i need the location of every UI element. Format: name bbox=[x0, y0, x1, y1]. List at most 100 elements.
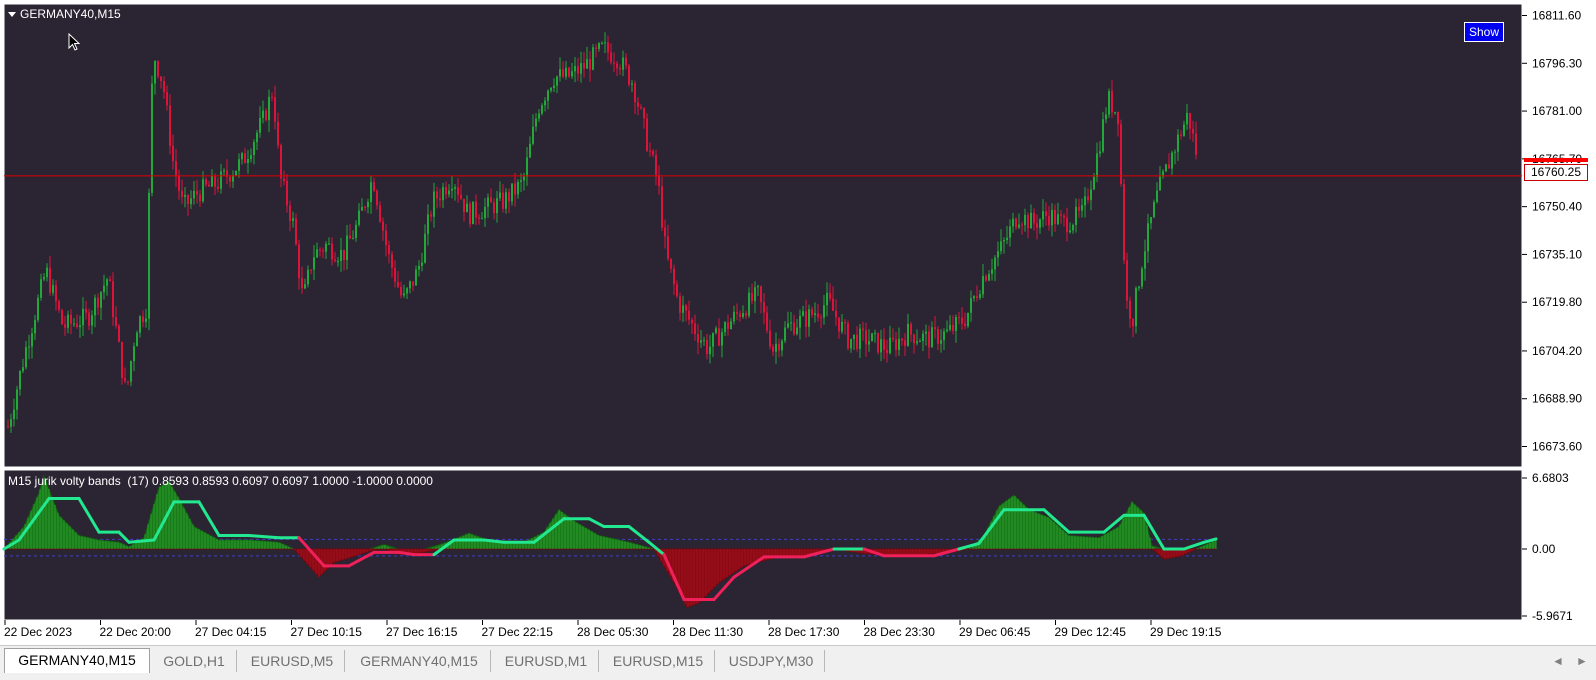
dropdown-triangle-icon[interactable] bbox=[8, 11, 16, 17]
candle-body bbox=[118, 325, 120, 342]
candle-body bbox=[880, 339, 882, 353]
candle-body bbox=[394, 268, 396, 282]
candle-body bbox=[277, 121, 279, 146]
candle-body bbox=[109, 279, 111, 282]
candle-body bbox=[544, 100, 546, 106]
candle-body bbox=[151, 83, 153, 193]
candle-body bbox=[760, 286, 762, 303]
candle-body bbox=[319, 249, 321, 251]
scroll-right-icon[interactable]: ► bbox=[1576, 654, 1588, 668]
indicator-tick-label: -5.9671 bbox=[1532, 609, 1573, 623]
candle-body bbox=[1018, 224, 1020, 228]
candle-body bbox=[1159, 176, 1161, 191]
candle-body bbox=[487, 197, 489, 207]
candle-body bbox=[1087, 196, 1089, 201]
time-tick-label: 22 Dec 20:00 bbox=[100, 625, 172, 639]
candle-body bbox=[604, 42, 606, 44]
candle-body bbox=[289, 205, 291, 221]
candle-body bbox=[412, 281, 414, 286]
candle-body bbox=[34, 320, 36, 334]
candle-body bbox=[448, 190, 450, 195]
candle-body bbox=[28, 346, 30, 348]
candle-body bbox=[91, 315, 93, 326]
candle-body bbox=[1177, 134, 1179, 152]
tab-eurusd-m1[interactable]: EURUSD,M1 bbox=[494, 650, 599, 672]
candle-body bbox=[262, 110, 264, 119]
candle-body bbox=[343, 249, 345, 260]
candle-body bbox=[397, 281, 399, 287]
price-tick-label: 16811.60 bbox=[1532, 8, 1581, 22]
candle-body bbox=[715, 328, 717, 333]
symbol-text: GERMANY40,M15 bbox=[20, 7, 121, 21]
candle-body bbox=[1075, 206, 1077, 225]
chart-area[interactable]: 16811.6016796.3016781.0016765.7016750.40… bbox=[0, 0, 1596, 645]
candle-body bbox=[835, 310, 837, 318]
price-chart[interactable]: 16811.6016796.3016781.0016765.7016750.40… bbox=[0, 0, 1596, 645]
candle-body bbox=[889, 337, 891, 354]
candle-body bbox=[1141, 268, 1143, 287]
candle-body bbox=[463, 198, 465, 213]
candle-body bbox=[100, 292, 102, 308]
candle-body bbox=[10, 419, 12, 427]
show-button[interactable]: Show bbox=[1464, 22, 1504, 42]
tab-usdjpy-m30[interactable]: USDJPY,M30 bbox=[718, 650, 825, 672]
candle-body bbox=[325, 243, 327, 252]
candle-body bbox=[22, 367, 24, 372]
candle-body bbox=[316, 249, 318, 258]
candle-body bbox=[793, 322, 795, 335]
time-tick-label: 29 Dec 06:45 bbox=[959, 625, 1031, 639]
candle-body bbox=[400, 286, 402, 296]
candle-body bbox=[961, 317, 963, 324]
candle-body bbox=[148, 192, 150, 319]
candle-body bbox=[541, 105, 543, 114]
candle-body bbox=[967, 312, 969, 327]
candle-body bbox=[1024, 214, 1026, 226]
tab-eurusd-m15[interactable]: EURUSD,M15 bbox=[602, 650, 715, 672]
candle-body bbox=[997, 251, 999, 258]
candle-body bbox=[1144, 251, 1146, 269]
candle-body bbox=[85, 308, 87, 313]
candle-body bbox=[1066, 217, 1068, 233]
candle-body bbox=[175, 161, 177, 177]
candle-body bbox=[730, 321, 732, 329]
candle-body bbox=[649, 150, 651, 152]
candle-body bbox=[742, 313, 744, 317]
tab-germany40-m15[interactable]: GERMANY40,M15 bbox=[4, 648, 150, 673]
candle-body bbox=[376, 190, 378, 206]
time-tick-label: 28 Dec 11:30 bbox=[673, 625, 744, 639]
candle-body bbox=[916, 341, 918, 344]
candle-body bbox=[244, 153, 246, 164]
candle-body bbox=[799, 315, 801, 328]
tab-germany40-m15-2[interactable]: GERMANY40,M15 bbox=[348, 650, 491, 672]
candle-body bbox=[832, 298, 834, 311]
chart-symbol-label[interactable]: GERMANY40,M15 bbox=[8, 7, 121, 21]
candle-body bbox=[1012, 218, 1014, 227]
scroll-left-icon[interactable]: ◄ bbox=[1552, 654, 1564, 668]
time-tick-label: 28 Dec 17:30 bbox=[768, 625, 840, 639]
candle-body bbox=[370, 182, 372, 202]
candle-body bbox=[1096, 153, 1098, 177]
candle-body bbox=[820, 317, 822, 319]
candle-body bbox=[1132, 318, 1134, 327]
candle-body bbox=[892, 337, 894, 340]
price-tick-label: 16781.00 bbox=[1532, 104, 1582, 118]
indicator-axis: 6.6803 0.00 -5.9671 bbox=[1522, 471, 1573, 623]
candle-body bbox=[613, 62, 615, 64]
candle-body bbox=[871, 333, 873, 342]
candle-body bbox=[1153, 202, 1155, 218]
candle-body bbox=[76, 323, 78, 328]
candle-body bbox=[352, 238, 354, 240]
candle-body bbox=[724, 322, 726, 333]
candle-body bbox=[184, 195, 186, 197]
tab-gold-h1[interactable]: GOLD,H1 bbox=[152, 650, 237, 672]
candle-body bbox=[763, 302, 765, 313]
candle-body bbox=[676, 284, 678, 297]
candle-body bbox=[112, 281, 114, 318]
candle-body bbox=[565, 67, 567, 77]
candle-body bbox=[1120, 124, 1122, 185]
chart-tab-bar: GERMANY40,M15 GOLD,H1 EURUSD,M5 GERMANY4… bbox=[0, 645, 1596, 680]
tab-eurusd-m5[interactable]: EURUSD,M5 bbox=[240, 650, 345, 672]
candle-body bbox=[160, 76, 162, 81]
candle-body bbox=[283, 178, 285, 181]
candle-body bbox=[790, 322, 792, 324]
